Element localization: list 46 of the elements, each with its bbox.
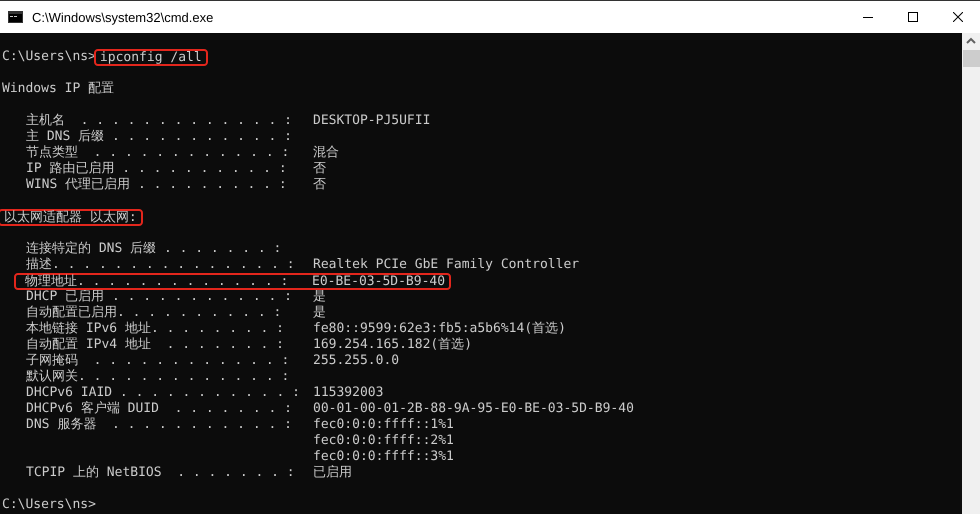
- property-value: 00-01-00-01-2B-88-9A-95-E0-BE-03-5D-B9-40: [313, 401, 634, 417]
- property-value: 255.255.0.0: [313, 353, 400, 369]
- property-value: fe80::9599:62e3:fb5:a5b6%14(首选): [313, 321, 566, 337]
- property-label: DHCP 已启用 . . . . . . . . . . . :: [26, 289, 293, 305]
- property-value: 否: [313, 161, 326, 177]
- property-label: 主机名 . . . . . . . . . . . . . :: [26, 113, 293, 129]
- property-value: E0-BE-03-5D-B9-40: [312, 274, 446, 288]
- scroll-thumb[interactable]: [962, 50, 980, 67]
- property-label: 节点类型 . . . . . . . . . . . . :: [26, 145, 290, 161]
- prompt-text: C:\Users\ns>: [2, 49, 96, 65]
- property-value: fec0:0:0:ffff::3%1: [313, 449, 454, 465]
- property-label: 主 DNS 后缀 . . . . . . . . . . . :: [26, 129, 293, 145]
- console-app-icon: [8, 11, 23, 23]
- window-title: C:\Windows\system32\cmd.exe: [32, 10, 214, 24]
- property-label: TCPIP 上的 NetBIOS . . . . . . . :: [26, 465, 296, 481]
- property-label: 自动配置 IPv4 地址 . . . . . . . :: [26, 337, 286, 353]
- property-label: IP 路由已启用 . . . . . . . . . . :: [26, 161, 288, 177]
- property-value: 混合: [313, 145, 339, 161]
- property-value: fec0:0:0:ffff::2%1: [313, 433, 454, 449]
- property-label: 子网掩码 . . . . . . . . . . . . :: [26, 353, 290, 369]
- command-text: ipconfig /all: [94, 48, 208, 66]
- property-value: fec0:0:0:ffff::1%1: [313, 417, 454, 433]
- property-value: 是: [313, 289, 326, 305]
- property-label: 连接特定的 DNS 后缀 . . . . . . . :: [26, 241, 282, 257]
- property-label: 本地链接 IPv6 地址. . . . . . . . :: [26, 321, 286, 337]
- property-value: DESKTOP-PJ5UFII: [313, 113, 430, 129]
- property-label: DHCPv6 客户端 DUID . . . . . . . :: [26, 401, 293, 417]
- property-label: DNS 服务器 . . . . . . . . . . . :: [26, 417, 293, 433]
- property-label: DHCPv6 IAID . . . . . . . . . . . :: [26, 385, 301, 401]
- prompt-text: C:\Users\ns>: [2, 497, 96, 513]
- property-label: 物理地址. . . . . . . . . . . . . :: [25, 274, 290, 288]
- section-heading: 以太网适配器 以太网:: [0, 208, 143, 226]
- property-label: 默认网关. . . . . . . . . . . . . :: [26, 369, 290, 385]
- property-label: 自动配置已启用. . . . . . . . . . :: [26, 305, 282, 321]
- property-value: 是: [313, 305, 326, 321]
- property-value: 169.254.165.182(首选): [313, 337, 472, 353]
- property-label: 描述. . . . . . . . . . . . . . . :: [26, 257, 296, 273]
- scroll-up-icon[interactable]: [966, 37, 976, 45]
- property-value: 115392003: [313, 385, 384, 401]
- property-value: 已启用: [313, 465, 352, 481]
- property-value: Realtek PCIe GbE Family Controller: [313, 257, 580, 273]
- maximize-icon[interactable]: [908, 12, 918, 22]
- property-value: 否: [313, 177, 326, 193]
- close-icon[interactable]: [952, 12, 962, 22]
- property-label: WINS 代理已启用 . . . . . . . . . :: [26, 177, 288, 193]
- section-heading: Windows IP 配置: [2, 81, 114, 97]
